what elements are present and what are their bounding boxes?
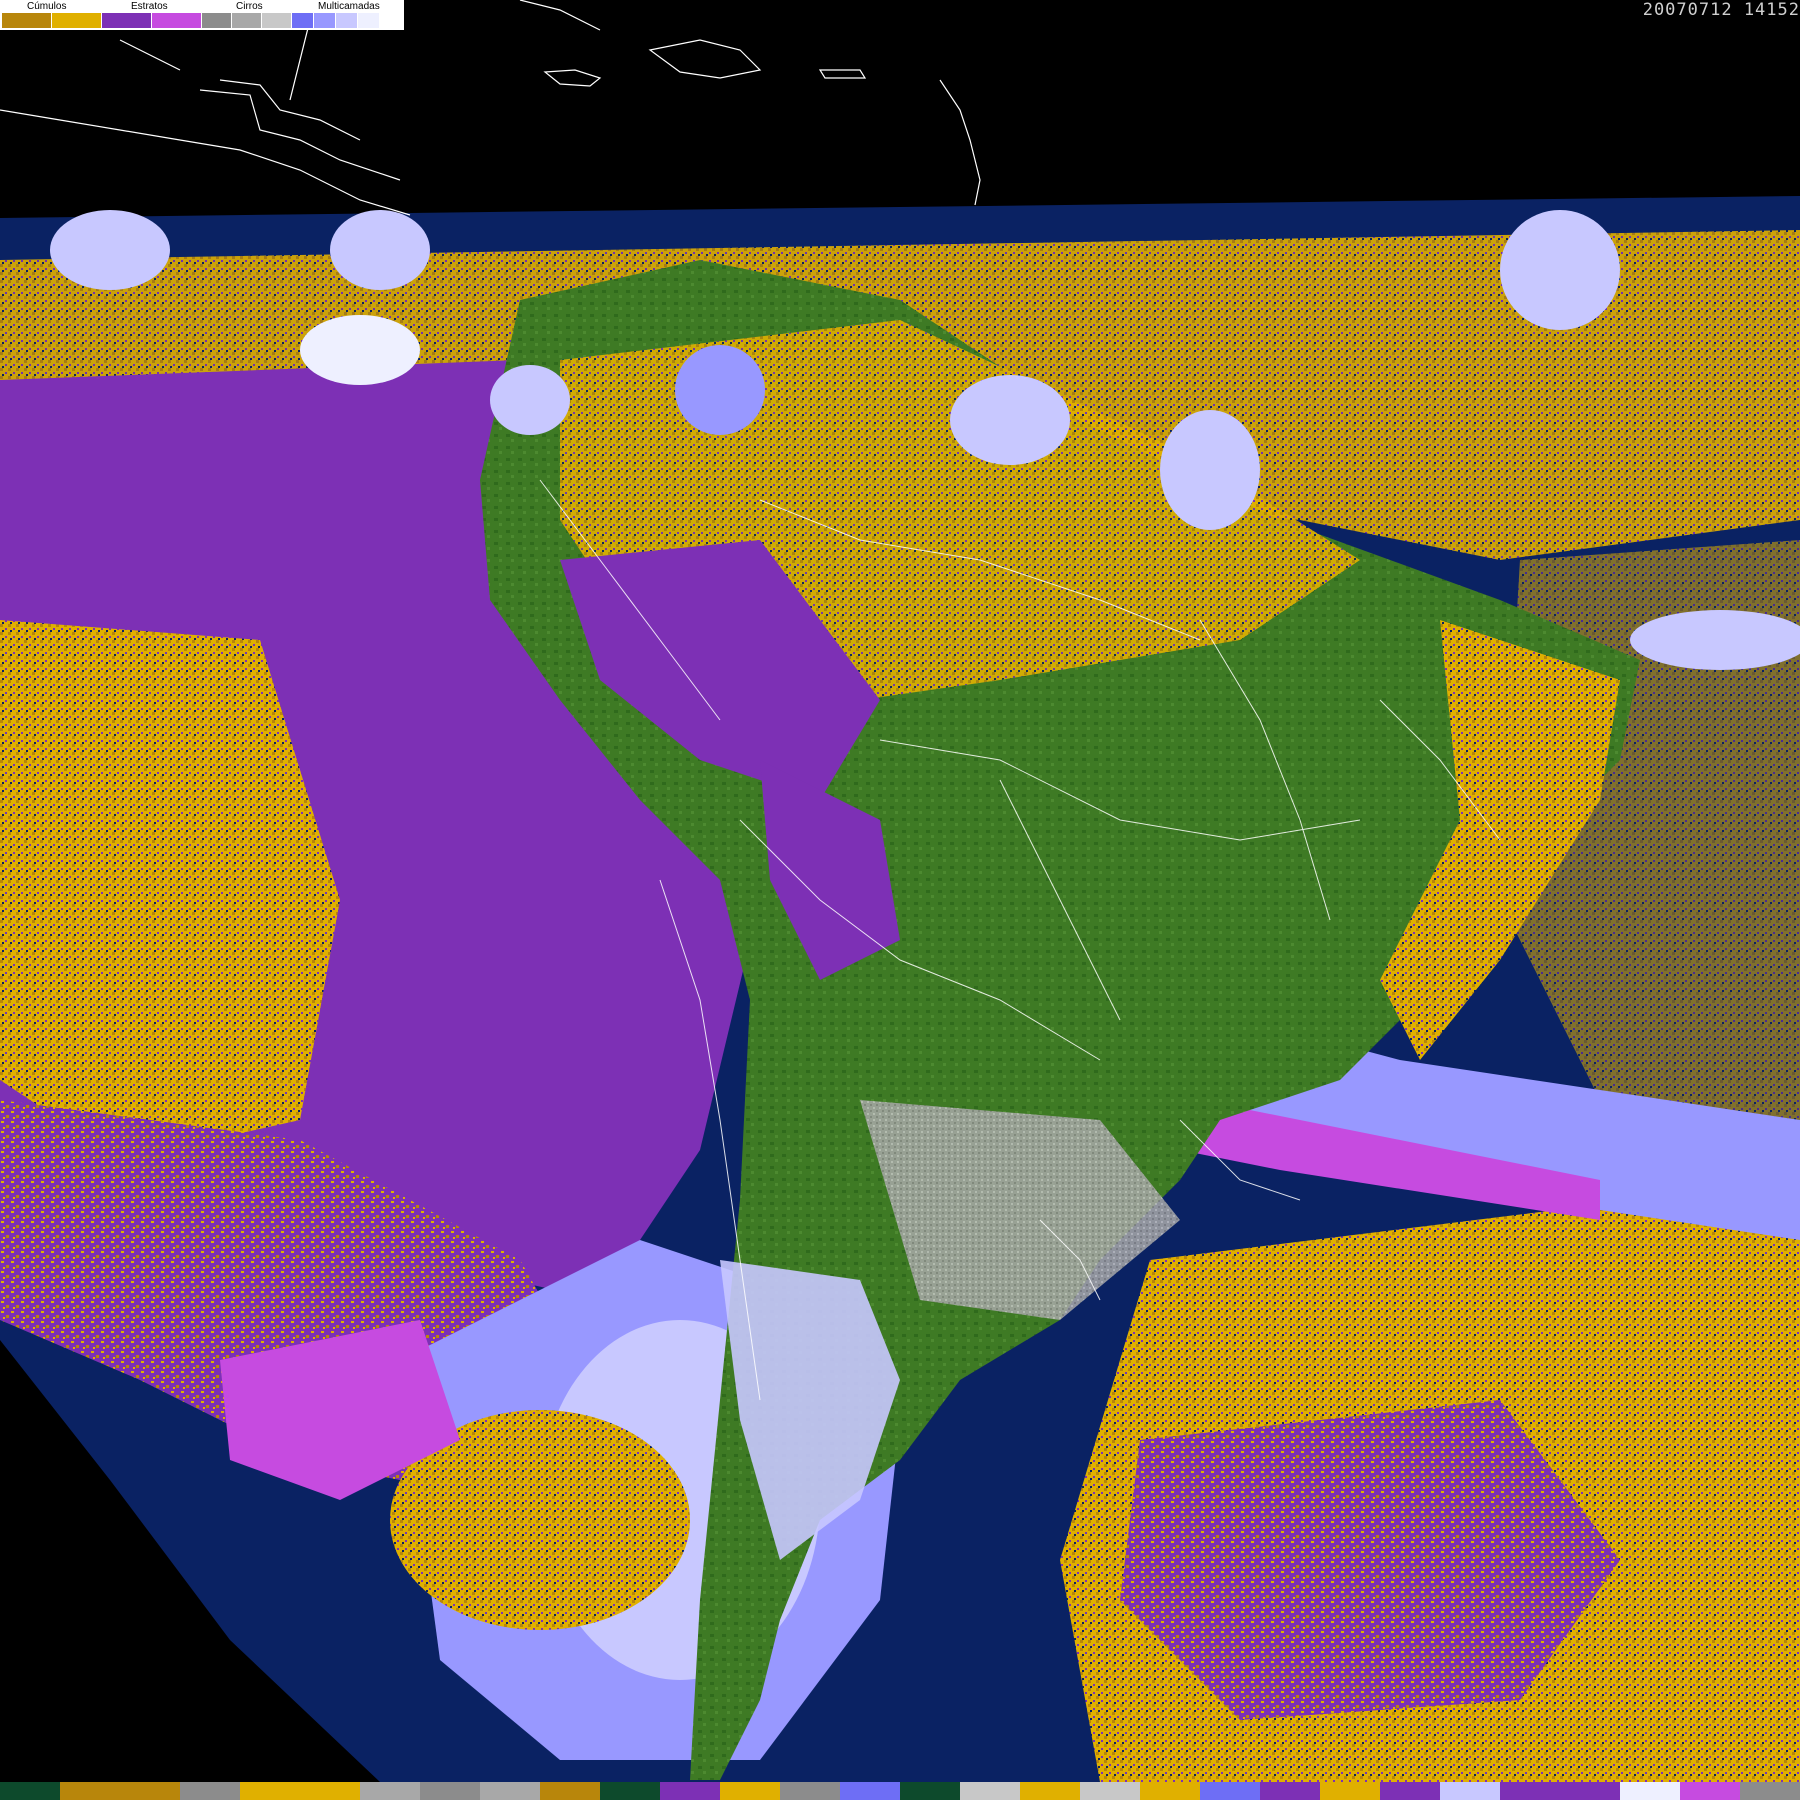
legend-label-cirrus: Cirros <box>236 1 263 12</box>
strip-cell <box>660 1782 720 1800</box>
satellite-map: Cúmulos Estratos Cirros Multicamadas 200… <box>0 0 1800 1800</box>
strip-cell <box>1620 1782 1680 1800</box>
legend-swatch <box>152 13 202 28</box>
convective-cell <box>1500 210 1620 330</box>
strip-cell <box>1320 1782 1380 1800</box>
strip-cell <box>120 1782 180 1800</box>
legend-label-stratus: Estratos <box>131 1 168 12</box>
strip-cell <box>600 1782 660 1800</box>
strip-cell <box>1380 1782 1440 1800</box>
legend-swatch <box>102 13 152 28</box>
strip-cell <box>540 1782 600 1800</box>
strip-cell <box>240 1782 300 1800</box>
legend-swatches <box>2 13 380 28</box>
image-timestamp: 20070712 14152 <box>1642 0 1800 20</box>
strip-cell <box>1200 1782 1260 1800</box>
legend-swatch <box>202 13 232 28</box>
legend-swatch <box>336 13 358 28</box>
legend-swatch <box>52 13 102 28</box>
strip-cell <box>480 1782 540 1800</box>
strip-cell <box>360 1782 420 1800</box>
convective-cell <box>330 210 430 290</box>
convective-cell <box>490 365 570 435</box>
strip-cell <box>780 1782 840 1800</box>
convective-cell <box>50 210 170 290</box>
strip-cell <box>720 1782 780 1800</box>
strip-cell <box>420 1782 480 1800</box>
legend-label-cumulus: Cúmulos <box>27 1 67 12</box>
strip-cell <box>1500 1782 1560 1800</box>
bottom-color-strip <box>0 1782 1800 1800</box>
convective-cell <box>1160 410 1260 530</box>
legend-swatch <box>232 13 262 28</box>
strip-cell <box>1560 1782 1620 1800</box>
strip-cell <box>0 1782 60 1800</box>
convective-cell <box>675 345 765 435</box>
legend-swatch <box>292 13 314 28</box>
legend-label-multilayer: Multicamadas <box>318 1 380 12</box>
legend-swatch <box>314 13 336 28</box>
cloud-classification-map <box>0 0 1800 1782</box>
strip-cell <box>1020 1782 1080 1800</box>
strip-cell <box>1140 1782 1200 1800</box>
convective-cell <box>950 375 1070 465</box>
strip-cell <box>1260 1782 1320 1800</box>
strip-cell <box>300 1782 360 1800</box>
strip-cell <box>900 1782 960 1800</box>
strip-cell <box>180 1782 240 1800</box>
strip-cell <box>840 1782 900 1800</box>
convective-cell <box>300 315 420 385</box>
strip-cell <box>1440 1782 1500 1800</box>
caribbean-coastlines <box>0 0 981 216</box>
legend-swatch <box>2 13 52 28</box>
legend-swatch <box>262 13 292 28</box>
cloud-type-legend: Cúmulos Estratos Cirros Multicamadas <box>0 0 404 30</box>
strip-cell <box>1680 1782 1740 1800</box>
legend-swatch <box>358 13 380 28</box>
strip-cell <box>1740 1782 1800 1800</box>
strip-cell <box>60 1782 120 1800</box>
strip-cell <box>960 1782 1020 1800</box>
strip-cell <box>1080 1782 1140 1800</box>
